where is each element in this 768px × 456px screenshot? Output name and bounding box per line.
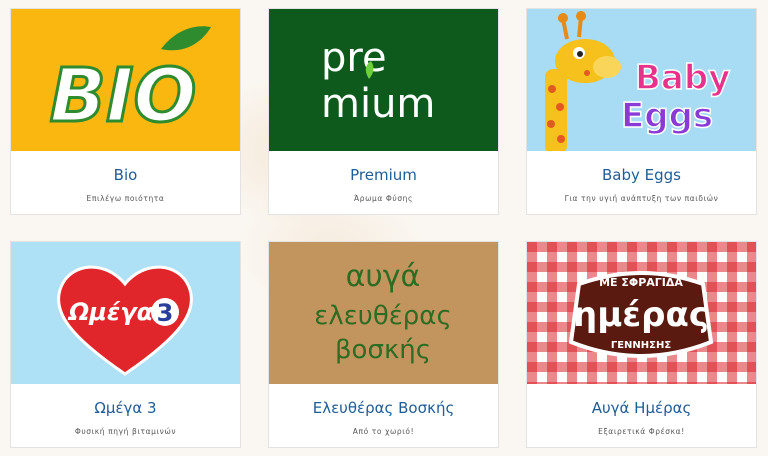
product-title[interactable]: Baby Eggs [527,166,756,184]
bio-logo-text: BIO [50,53,197,139]
omega-logo-number: 3 [157,299,174,327]
baby-logo-line2: Eggs [621,96,713,136]
product-card-baby-eggs[interactable]: Baby Eggs Baby Eggs Για την υγιή ανάπτυξ… [526,8,757,215]
day-eggs-logo-main: ημέρας [573,295,709,335]
product-subtitle: Επιλέγω ποιότητα [86,194,165,203]
omega-logo-text: Ωμέγα [67,298,154,326]
day-eggs-logo-top: ΜΕ ΣΦΡΑΓΙΔΑ [599,276,683,289]
product-title[interactable]: Bio [11,166,240,184]
free-range-logo-line2: ελευθέρας [314,301,451,331]
day-eggs-logo-bottom: ΓΕΝΝΗΣΗΣ [611,340,672,351]
product-card-bio[interactable]: BIO Bio Επιλέγω ποιότητα [10,8,241,215]
premium-logo-tile: pre mium [269,9,498,151]
free-range-logo-line3: βοσκής [335,335,431,365]
baby-eggs-logo-tile: Baby Eggs [527,9,756,151]
product-subtitle: Για την υγιή ανάπτυξη των παιδιών [564,194,719,203]
product-title[interactable]: Premium [269,166,498,184]
day-eggs-logo-tile: ΜΕ ΣΦΡΑΓΙΔΑ ημέρας ΓΕΝΝΗΣΗΣ [527,242,756,384]
product-title[interactable]: Ελευθέρας Βοσκής [269,399,498,417]
premium-logo-line2: mium [321,81,435,127]
product-title[interactable]: Αυγά Ημέρας [527,399,756,417]
bio-logo-tile: BIO [11,9,240,151]
product-card-day-eggs[interactable]: ΜΕ ΣΦΡΑΓΙΔΑ ημέρας ΓΕΝΝΗΣΗΣ Αυγά Ημέρας … [526,241,757,448]
product-card-omega3[interactable]: Ωμέγα 3 Ωμέγα 3 Φυσική πηγή βιταμινών [10,241,241,448]
product-subtitle: Εξαιρετικά Φρέσκα! [598,427,685,436]
product-subtitle: Άρωμα Φύσης [353,194,414,203]
product-title[interactable]: Ωμέγα 3 [11,399,240,417]
product-subtitle: Από το χωριό! [352,427,415,436]
product-card-premium[interactable]: pre mium Premium Άρωμα Φύσης [268,8,499,215]
premium-logo-line1: pre [321,35,387,81]
product-card-free-range[interactable]: αυγά ελευθέρας βοσκής Ελευθέρας Βοσκής Α… [268,241,499,448]
free-range-logo-line1: αυγά [346,259,421,294]
product-subtitle: Φυσική πηγή βιταμινών [74,427,177,436]
free-range-logo-tile: αυγά ελευθέρας βοσκής [269,242,498,384]
baby-logo-line1: Baby [635,58,730,98]
omega-logo-tile: Ωμέγα 3 [11,242,240,384]
